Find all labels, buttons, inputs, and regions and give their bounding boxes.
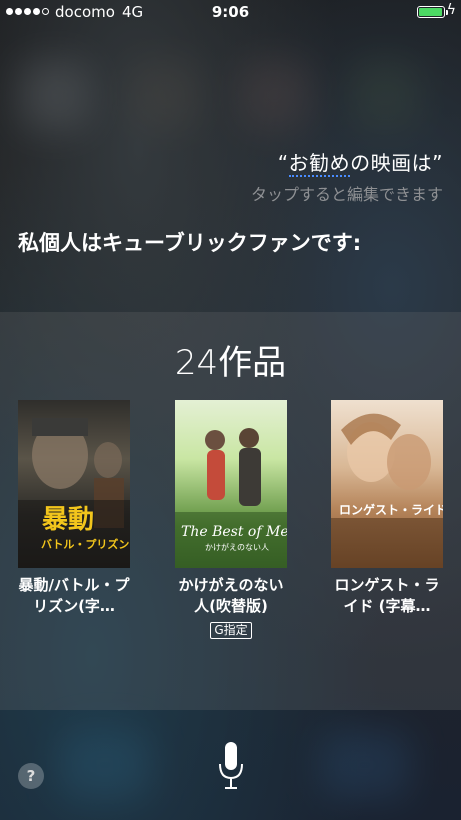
poster-title: The Best of Me — [181, 524, 287, 540]
rating-badge: G指定 — [210, 622, 252, 639]
microphone-icon[interactable] — [218, 740, 244, 792]
background-blur — [240, 60, 310, 130]
movie-card[interactable]: 暴動 バトル・プリズン 暴動/バトル・プリズン(字… — [18, 400, 130, 617]
query-rest: の映画は” — [350, 151, 443, 175]
movie-title: ロンゲスト・ライド (字幕… — [334, 576, 440, 615]
poster-subtitle: かけがえのない人 — [205, 542, 269, 552]
movie-poster[interactable]: 暴動 バトル・プリズン — [18, 400, 130, 568]
status-bar: docomo 4G 9:06 ϟ — [0, 0, 461, 26]
poster-art: The Best of Me かけがえのない人 — [175, 428, 287, 568]
rating-wrapper: G指定 — [175, 617, 287, 639]
clock: 9:06 — [211, 3, 250, 21]
battery-icon — [417, 6, 448, 18]
background-blur — [130, 60, 200, 130]
poster-subtitle: バトル・プリズン — [41, 537, 129, 551]
movie-poster[interactable]: ロンゲスト・ライド — [331, 400, 443, 568]
tap-to-edit-hint[interactable]: タップすると編集できます — [251, 181, 443, 205]
query-quote-open: “ — [277, 151, 289, 175]
movie-poster[interactable]: The Best of Me かけがえのない人 — [175, 400, 287, 568]
poster-art: 暴動 バトル・プリズン — [18, 418, 130, 568]
background-blur — [350, 60, 420, 130]
siri-footer: ? — [0, 710, 461, 820]
results-panel: 24作品 暴動 バトル・プリズン 暴動/バトル・プリズン(字… The Best… — [0, 312, 461, 710]
poster-title: 暴動 — [42, 505, 94, 535]
siri-response: 私個人はキューブリックファンです: — [18, 231, 362, 255]
charging-bolt-icon: ϟ — [446, 2, 456, 18]
movie-title: 暴動/バトル・プリズン(字… — [18, 576, 130, 615]
battery-fill — [419, 8, 442, 16]
results-count: 24作品 — [174, 343, 287, 383]
movie-title: かけがえのない人(吹替版) — [178, 576, 284, 615]
help-icon[interactable]: ? — [18, 763, 44, 789]
movie-card[interactable]: ロンゲスト・ライド ロンゲスト・ライド (字幕… — [331, 400, 443, 617]
background-blur — [20, 60, 90, 130]
movie-card[interactable]: The Best of Me かけがえのない人 かけがえのない人(吹替版) G指… — [175, 400, 287, 639]
poster-title: ロンゲスト・ライド — [339, 502, 443, 517]
siri-query[interactable]: “お勧めの映画は” — [277, 147, 443, 177]
query-highlight: お勧め — [288, 151, 351, 177]
poster-art: ロンゲスト・ライド — [331, 413, 443, 568]
